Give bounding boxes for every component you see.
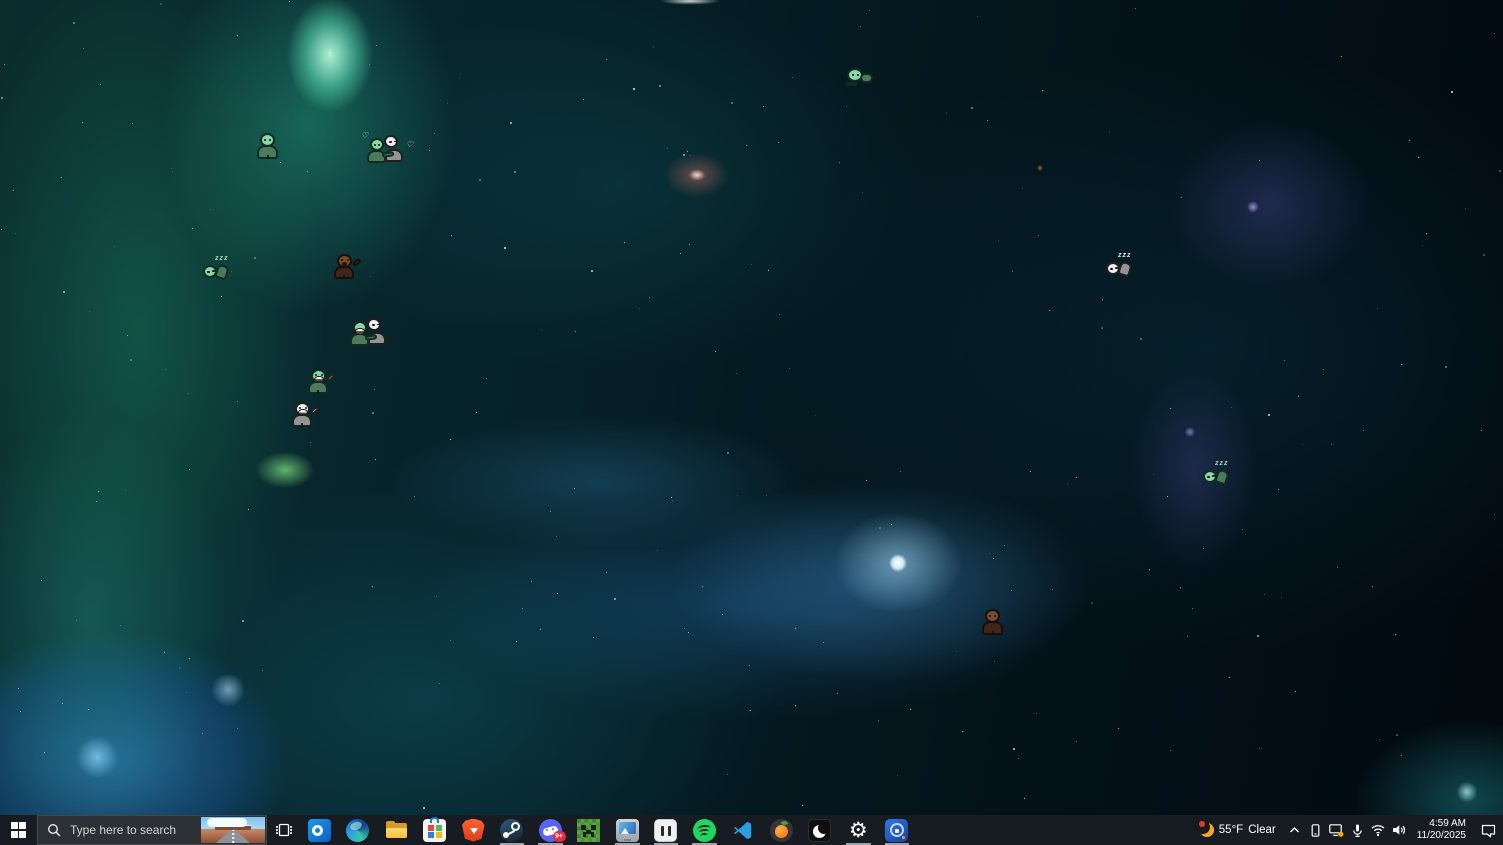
spotify-taskbar-button[interactable]: [685, 815, 724, 845]
wallpaper-engine-taskbar-button[interactable]: [608, 815, 647, 845]
minecraft-icon: [577, 818, 601, 842]
steam-taskbar-button[interactable]: [493, 815, 532, 845]
desktop-pet-green-stand[interactable]: [252, 133, 302, 167]
heart-glyph: ♡: [361, 131, 369, 140]
desktop-pet-green-wave[interactable]: [305, 367, 355, 401]
task-view-icon: [275, 823, 292, 837]
cloud-illustration: [207, 818, 247, 827]
dark-app-taskbar-button[interactable]: [801, 815, 840, 845]
pet-zzz-label: zzz: [1118, 252, 1132, 259]
network-tray[interactable]: [1368, 815, 1389, 845]
edge-taskbar-button[interactable]: [339, 815, 378, 845]
taskbar-apps: 9+ ⚙: [300, 815, 916, 845]
file-explorer-icon: [385, 819, 408, 842]
clear-night-moon-icon: [1198, 821, 1214, 837]
fl-studio-taskbar-button[interactable]: [762, 815, 801, 845]
chevron-up-icon: [1289, 826, 1299, 832]
clock-time: 4:59 AM: [1429, 818, 1466, 829]
phone-icon: [1311, 823, 1320, 837]
volume-tray[interactable]: [1389, 815, 1410, 845]
taskbar-clock[interactable]: 4:59 AM 11/20/2025: [1410, 815, 1473, 845]
blue-app-icon: [885, 818, 909, 842]
pet-zzz-label: zzz: [1215, 460, 1229, 467]
minecraft-taskbar-button[interactable]: [570, 815, 609, 845]
weather-temperature: 55°F: [1218, 824, 1244, 836]
desktop-pet-green-hug[interactable]: [347, 316, 397, 351]
desktop-pet-green-sleep[interactable]: zzz: [203, 255, 253, 289]
outlook-taskbar-button[interactable]: [300, 815, 339, 845]
action-center-button[interactable]: [1473, 815, 1503, 845]
blue-app-taskbar-button[interactable]: [878, 815, 917, 845]
dark-app-icon: [808, 818, 832, 842]
task-view-button[interactable]: [267, 815, 300, 845]
desktop-pet-green-hug[interactable]: ♡ ♡: [361, 131, 414, 168]
microphone-tray[interactable]: [1347, 815, 1368, 845]
wifi-icon: [1371, 825, 1385, 837]
edge-icon: [346, 818, 370, 842]
desktop: ♡ ♡ zzz zzz zzz: [0, 0, 1503, 815]
settings-taskbar-button[interactable]: ⚙: [839, 815, 878, 845]
vscode-icon: [734, 821, 752, 839]
microphone-icon: [1352, 824, 1362, 837]
microsoft-store-icon: [423, 816, 447, 842]
fl-studio-icon: [769, 818, 793, 842]
weather-condition: Clear: [1248, 824, 1276, 836]
steam-icon: [500, 818, 524, 842]
action-center-icon: [1481, 824, 1495, 837]
taskbar: 9+ ⚙ 55°F Clear: [0, 815, 1503, 845]
file-explorer-taskbar-button[interactable]: [377, 815, 416, 845]
desktop-pet-brown-stand[interactable]: [977, 609, 1027, 643]
start-button[interactable]: [0, 815, 37, 845]
outlet-app-taskbar-button[interactable]: [647, 815, 686, 845]
vscode-taskbar-button[interactable]: [724, 815, 763, 845]
search-box[interactable]: [37, 815, 267, 845]
hidden-icons-chevron[interactable]: [1284, 815, 1305, 845]
discord-notification-badge: 9+: [552, 831, 566, 842]
desktop-pet-brown-wave[interactable]: [331, 252, 381, 286]
wallpaper-engine-icon: [615, 818, 639, 842]
screen-share-tray[interactable]: [1326, 815, 1347, 845]
weather-alert-badge: [1198, 821, 1205, 827]
display-share-icon: [1329, 824, 1344, 837]
brave-icon: [461, 818, 485, 842]
discord-taskbar-button[interactable]: 9+: [531, 815, 570, 845]
brave-taskbar-button[interactable]: [454, 815, 493, 845]
desktop-pet-white-sleep[interactable]: zzz: [1106, 252, 1156, 286]
road-dash-line: [232, 829, 234, 843]
phone-link-tray[interactable]: [1305, 815, 1326, 845]
desktop-pets-layer: ♡ ♡ zzz zzz zzz: [0, 0, 1503, 815]
windows-logo-icon: [10, 822, 27, 838]
outlook-icon: [307, 818, 331, 842]
heart-glyph: ♡: [406, 140, 414, 149]
search-highlight-image[interactable]: [201, 817, 265, 843]
desktop-pet-white-wave[interactable]: [289, 400, 339, 434]
settings-gear-icon: ⚙: [848, 818, 868, 842]
pet-zzz-label: zzz: [215, 255, 229, 262]
search-icon: [47, 823, 61, 837]
microsoft-store-taskbar-button[interactable]: [416, 815, 455, 845]
system-tray: 55°F Clear 4:59 AM 11/20/2025: [1194, 815, 1503, 845]
desktop-pet-green-sleep[interactable]: zzz: [1203, 460, 1253, 494]
clock-date: 11/20/2025: [1416, 830, 1466, 841]
desktop-pet-green-lie[interactable]: [845, 60, 895, 94]
weather-widget[interactable]: 55°F Clear: [1194, 815, 1284, 845]
spotify-icon: [692, 818, 716, 842]
outlet-app-icon: [654, 818, 678, 842]
speaker-icon: [1393, 825, 1406, 835]
